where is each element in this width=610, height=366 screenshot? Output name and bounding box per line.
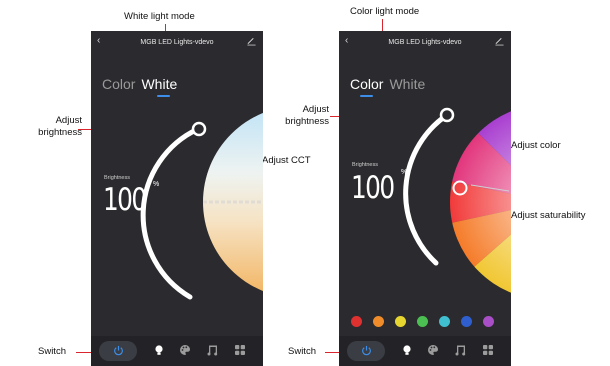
mode-tabs: Color White — [102, 76, 177, 92]
brightness-unit: % — [401, 169, 408, 176]
color-swatches — [351, 316, 501, 327]
active-tab-underline — [360, 95, 373, 97]
tab-color[interactable]: Color — [350, 76, 383, 92]
palette-icon[interactable] — [427, 344, 439, 356]
music-icon[interactable] — [455, 344, 467, 356]
power-switch[interactable] — [347, 341, 385, 361]
tab-white[interactable]: White — [389, 76, 425, 92]
annotation-switch-left: Switch — [38, 346, 66, 357]
tab-white[interactable]: White — [141, 76, 177, 92]
color-swatch[interactable] — [395, 316, 406, 327]
brightness-label: Brightness — [104, 175, 130, 181]
annotation-adjust-saturability: Adjust saturability — [511, 210, 586, 221]
color-swatch[interactable] — [483, 316, 494, 327]
palette-icon[interactable] — [179, 344, 191, 356]
mode-tabs: Color White — [350, 76, 425, 92]
annotation-white-light-mode: White light mode — [124, 11, 195, 22]
phone-white-mode: ‹ MGB LED Lights-vdevo Color White Brigh… — [91, 31, 263, 366]
color-swatch[interactable] — [373, 316, 384, 327]
power-switch[interactable] — [99, 341, 137, 361]
brightness-value: 100 — [103, 182, 147, 218]
annotation-adjust-color: Adjust color — [511, 140, 561, 151]
power-icon — [362, 345, 371, 356]
annotation-adjust-brightness-left: Adjust brightness — [38, 115, 82, 138]
annotation-adjust-brightness-right: Adjust brightness — [285, 104, 329, 127]
brightness-value: 100 — [351, 170, 395, 206]
brightness-unit: % — [153, 181, 160, 188]
annotation-switch-right: Switch — [288, 346, 316, 357]
color-swatch[interactable] — [417, 316, 428, 327]
grid-icon[interactable] — [234, 344, 246, 356]
brightness-handle — [439, 107, 455, 123]
music-icon[interactable] — [207, 344, 219, 356]
bottom-nav — [339, 336, 511, 366]
annotation-color-light-mode: Color light mode — [350, 6, 420, 17]
color-swatch[interactable] — [439, 316, 450, 327]
active-tab-underline — [157, 95, 170, 97]
grid-icon[interactable] — [482, 344, 494, 356]
phone-color-mode: ‹ MGB LED Lights-vdevo Color White Brigh… — [339, 31, 511, 366]
bulb-icon[interactable] — [153, 344, 165, 356]
power-icon — [114, 345, 123, 356]
tab-color[interactable]: Color — [102, 76, 135, 92]
bulb-icon[interactable] — [401, 344, 413, 356]
bottom-nav — [91, 336, 263, 366]
color-swatch[interactable] — [461, 316, 472, 327]
annotation-adjust-cct: Adjust CCT — [262, 155, 311, 166]
brightness-handle — [191, 121, 207, 137]
brightness-label: Brightness — [352, 162, 378, 168]
color-swatch[interactable] — [351, 316, 362, 327]
